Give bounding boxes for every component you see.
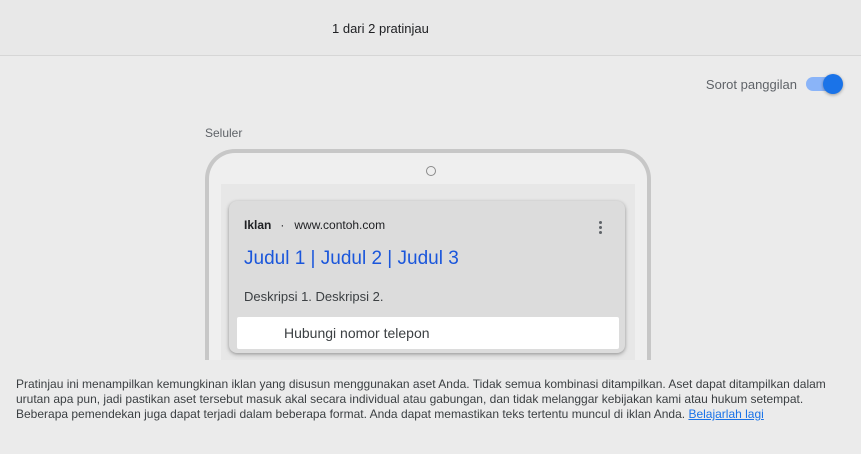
preview-counter: 1 dari 2 pratinjau xyxy=(332,21,429,36)
footer: Pratinjau ini menampilkan kemungkinan ik… xyxy=(0,360,861,454)
preview-header: 1 dari 2 pratinjau xyxy=(0,0,861,56)
device-label: Seluler xyxy=(205,126,243,140)
ad-badge: Iklan xyxy=(244,218,272,232)
ad-headline[interactable]: Judul 1 | Judul 2 | Judul 3 xyxy=(244,248,459,270)
ad-meta-line: Iklan · www.contoh.com xyxy=(244,218,385,232)
phone-frame: Iklan · www.contoh.com Judul 1 | Judul 2 |… xyxy=(205,149,651,394)
ad-preview-card: Iklan · www.contoh.com Judul 1 | Judul 2 |… xyxy=(229,201,625,353)
highlight-call-label: Sorot panggilan xyxy=(705,76,797,92)
ad-display-url: www.contoh.com xyxy=(294,218,386,232)
more-vert-icon[interactable] xyxy=(597,221,603,237)
camera-icon xyxy=(426,166,436,176)
disclaimer-paragraph: Pratinjau ini menampilkan kemungkinan ik… xyxy=(16,377,848,422)
ad-description: Deskripsi 1. Deskripsi 2. xyxy=(244,289,384,304)
call-extension-label: Hubungi nomor telepon xyxy=(284,325,430,341)
highlight-call-control: Sorot panggilan xyxy=(705,74,843,94)
call-extension-button[interactable]: Hubungi nomor telepon xyxy=(237,317,619,349)
meta-separator: · xyxy=(280,218,285,232)
learn-more-link[interactable]: Belajarlah lagi xyxy=(688,407,763,421)
toggle-knob xyxy=(823,74,843,94)
highlight-call-toggle[interactable] xyxy=(805,74,843,94)
